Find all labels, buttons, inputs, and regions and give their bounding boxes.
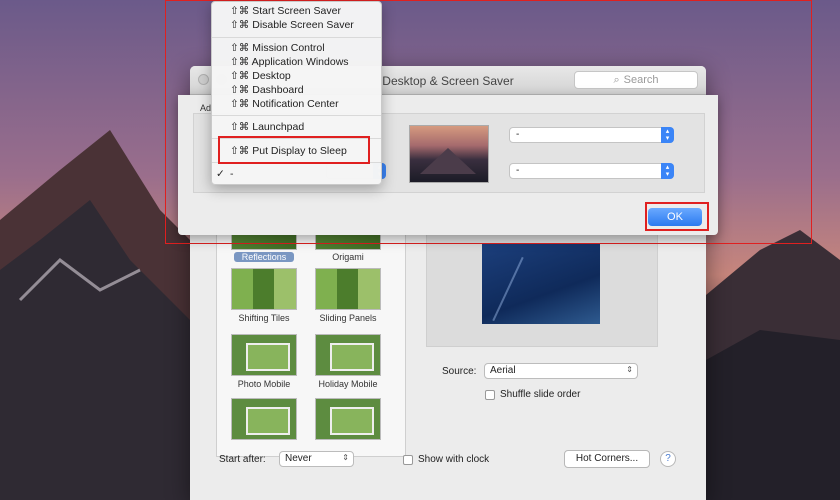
menu-item-label: Desktop bbox=[252, 70, 291, 82]
saver-label-holiday-mobile[interactable]: Holiday Mobile bbox=[303, 379, 393, 389]
top-right-corner-value: - bbox=[516, 129, 520, 140]
source-popup[interactable]: Aerial ⇕ bbox=[484, 363, 638, 379]
saver-thumb-holiday-mobile[interactable] bbox=[315, 334, 381, 376]
shuffle-label: Shuffle slide order bbox=[500, 389, 581, 400]
saver-thumb-sliding-panels[interactable] bbox=[315, 268, 381, 310]
menu-item-launchpad[interactable]: ⇧⌘ Launchpad bbox=[212, 120, 381, 134]
show-clock-checkbox[interactable] bbox=[403, 455, 413, 465]
menu-item-start-screen-saver[interactable]: ⇧⌘ Start Screen Saver bbox=[212, 4, 381, 18]
saver-thumb-extra-2[interactable] bbox=[315, 398, 381, 440]
desktop-thumbnail bbox=[409, 125, 489, 183]
source-label: Source: bbox=[442, 366, 477, 377]
saver-thumb-extra-1[interactable] bbox=[231, 398, 297, 440]
saver-thumb-shifting-tiles[interactable] bbox=[231, 268, 297, 310]
menu-item-label: - bbox=[230, 168, 234, 180]
menu-item-disable-screen-saver[interactable]: ⇧⌘ Disable Screen Saver bbox=[212, 18, 381, 32]
menu-separator bbox=[212, 115, 381, 116]
shortcut-icon: ⇧⌘ bbox=[230, 98, 250, 110]
menu-separator bbox=[212, 37, 381, 38]
shuffle-checkbox[interactable] bbox=[485, 390, 495, 400]
menu-item-label: Disable Screen Saver bbox=[252, 19, 354, 31]
shortcut-icon: ⇧⌘ bbox=[230, 121, 250, 133]
menu-item-application-windows[interactable]: ⇧⌘ Application Windows bbox=[212, 55, 381, 69]
checkmark-icon: ✓ bbox=[216, 168, 225, 180]
shortcut-icon: ⇧⌘ bbox=[230, 5, 250, 17]
show-clock-label: Show with clock bbox=[418, 454, 490, 465]
shortcut-icon: ⇧⌘ bbox=[230, 42, 250, 54]
saver-label-sliding-panels[interactable]: Sliding Panels bbox=[303, 313, 393, 323]
saver-label-shifting-tiles[interactable]: Shifting Tiles bbox=[219, 313, 309, 323]
shortcut-icon: ⇧⌘ bbox=[230, 70, 250, 82]
menu-item-label: Start Screen Saver bbox=[252, 5, 341, 17]
menu-item-label: Mission Control bbox=[252, 42, 325, 54]
saver-thumb-photo-mobile[interactable] bbox=[231, 334, 297, 376]
bottom-right-corner-popup[interactable]: - ▴ ▾ bbox=[509, 163, 674, 179]
shortcut-icon: ⇧⌘ bbox=[230, 19, 250, 31]
annotation-frame-menu-item bbox=[218, 136, 370, 164]
menu-item-label: Notification Center bbox=[252, 98, 339, 110]
annotation-frame-ok bbox=[645, 202, 709, 231]
saver-label-origami[interactable]: Origami bbox=[303, 252, 393, 262]
shortcut-icon: ⇧⌘ bbox=[230, 56, 250, 68]
updown-arrows-icon: ⇕ bbox=[626, 365, 633, 374]
stepper-arrows-icon: ▴▾ bbox=[661, 163, 674, 179]
help-button[interactable]: ? bbox=[660, 451, 676, 467]
tab-label-stub: Ad bbox=[200, 103, 212, 113]
bottom-right-corner-value: - bbox=[516, 165, 520, 176]
start-after-value: Never bbox=[285, 453, 312, 464]
menu-item-label: Application Windows bbox=[251, 56, 349, 68]
source-value: Aerial bbox=[490, 365, 516, 376]
saver-label-reflections[interactable]: Reflections bbox=[234, 252, 294, 262]
menu-item-mission-control[interactable]: ⇧⌘ Mission Control bbox=[212, 41, 381, 55]
saver-label-photo-mobile[interactable]: Photo Mobile bbox=[219, 379, 309, 389]
menu-item-none[interactable]: ✓ - bbox=[212, 167, 381, 181]
menu-item-label: Launchpad bbox=[252, 121, 305, 133]
saver-preview-image bbox=[482, 244, 600, 324]
shortcut-icon: ⇧⌘ bbox=[230, 84, 250, 96]
stepper-arrows-icon: ▴▾ bbox=[661, 127, 674, 143]
start-after-label: Start after: bbox=[219, 454, 266, 465]
updown-arrows-icon: ⇕ bbox=[342, 453, 349, 462]
menu-item-notification-center[interactable]: ⇧⌘ Notification Center bbox=[212, 97, 381, 111]
top-right-corner-popup[interactable]: - ▴ ▾ bbox=[509, 127, 674, 143]
menu-item-dashboard[interactable]: ⇧⌘ Dashboard bbox=[212, 83, 381, 97]
hot-corners-button[interactable]: Hot Corners... bbox=[564, 450, 650, 468]
start-after-popup[interactable]: Never ⇕ bbox=[279, 451, 354, 467]
menu-item-desktop[interactable]: ⇧⌘ Desktop bbox=[212, 69, 381, 83]
menu-item-label: Dashboard bbox=[252, 84, 304, 96]
